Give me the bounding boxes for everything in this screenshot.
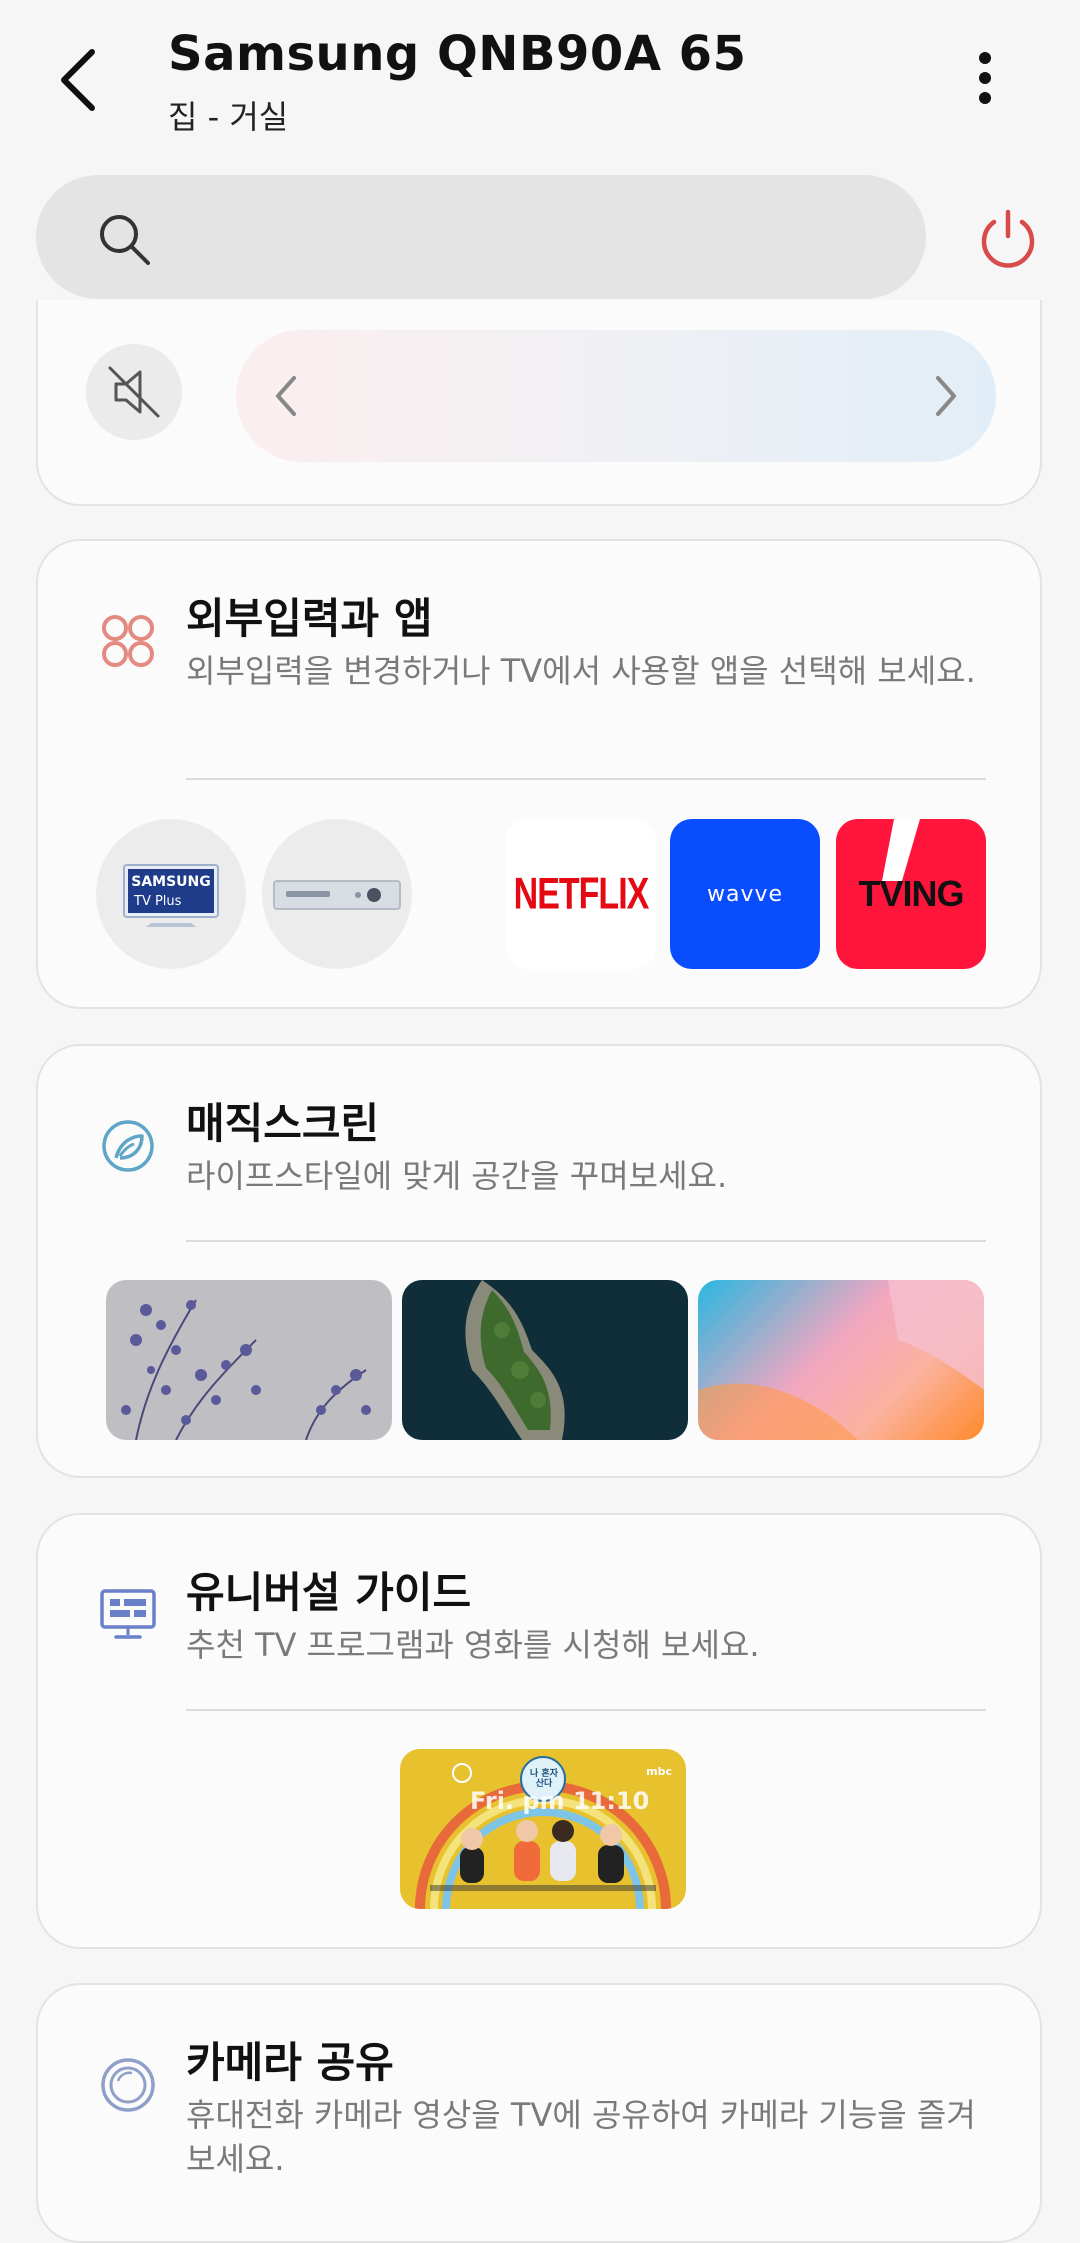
volume-mute-icon	[108, 366, 160, 418]
divider	[186, 1709, 986, 1711]
app-header: Samsung QNB90A 65 집 - 거실	[0, 0, 1080, 160]
app-wavve[interactable]: wavve	[670, 819, 820, 969]
tv-guide-icon	[100, 1589, 156, 1639]
back-button[interactable]	[50, 40, 110, 120]
divider	[186, 1240, 986, 1242]
magic-screen-icon	[102, 1120, 154, 1172]
more-options-button[interactable]	[960, 48, 1010, 108]
mute-button[interactable]	[86, 344, 182, 440]
magic-screen-thumb-flowers[interactable]	[106, 1280, 392, 1440]
chevron-left-icon	[61, 49, 95, 111]
magic-screen-description: 라이프스타일에 맞게 공간을 꾸며보세요.	[186, 1157, 728, 1195]
divider	[186, 778, 986, 780]
camera-share-icon	[101, 2058, 155, 2112]
broadcaster-logo: mbc	[646, 1765, 672, 1778]
camera-share-card[interactable]: 카메라 공유 휴대전화 카메라 영상을 TV에 공유하여 카메라 기능을 즐겨보…	[36, 1983, 1042, 2243]
device-location: 집 - 거실	[168, 98, 289, 136]
source-samsung-tv-plus[interactable]: SAMSUNG TV Plus	[96, 819, 246, 969]
search-icon	[100, 215, 150, 265]
magic-screen-card[interactable]: 매직스크린 라이프스타일에 맞게 공간을 꾸며보세요.	[36, 1044, 1042, 1478]
camera-share-description: 휴대전화 카메라 영상을 TV에 공유하여 카메라 기능을 즐겨보세요.	[186, 2096, 976, 2178]
island-art	[465, 1280, 565, 1440]
show-badge-text: 나 혼자 산다	[530, 1769, 558, 1789]
universal-guide-description: 추천 TV 프로그램과 영화를 시청해 보세요.	[186, 1626, 760, 1664]
channel-control	[236, 330, 996, 462]
power-button[interactable]	[976, 206, 1040, 270]
tv-plus-line1: SAMSUNG	[131, 874, 211, 890]
magic-screen-thumb-island[interactable]	[402, 1280, 688, 1440]
remote-card	[36, 300, 1042, 506]
more-vertical-icon	[979, 52, 991, 104]
program-thumbnail[interactable]: 나 혼자 산다 mbc Fri. pm 11:10	[400, 1749, 686, 1909]
netflix-logo: NETFLIX	[513, 868, 650, 919]
channel-prev-button[interactable]	[266, 366, 306, 426]
camera-share-title: 카메라 공유	[186, 2038, 394, 2087]
tv-plus-line2: TV Plus	[133, 894, 182, 909]
apps-grid-icon	[102, 615, 154, 667]
app-tving[interactable]: TVING	[836, 819, 986, 969]
device-title: Samsung QNB90A 65	[168, 26, 747, 82]
universal-guide-card[interactable]: 유니버설 가이드 추천 TV 프로그램과 영화를 시청해 보세요. 나 혼자 산…	[36, 1513, 1042, 1949]
tving-logo: TVING	[858, 873, 964, 914]
app-netflix[interactable]: NETFLIX	[506, 819, 656, 969]
search-input[interactable]	[36, 175, 926, 299]
channel-next-button[interactable]	[926, 366, 966, 426]
universal-guide-title: 유니버설 가이드	[186, 1568, 472, 1617]
set-top-box-icon	[273, 880, 401, 910]
source-set-top-box[interactable]	[262, 819, 412, 969]
schedule-text: Fri. pm 11:10	[470, 1787, 650, 1815]
sources-apps-title: 외부입력과 앱	[186, 594, 433, 643]
sources-apps-description: 외부입력을 변경하거나 TV에서 사용할 앱을 선택해 보세요.	[186, 652, 976, 690]
wavve-logo: wavve	[706, 881, 784, 907]
magic-screen-title: 매직스크린	[186, 1099, 380, 1148]
flower-branch-art	[121, 1299, 371, 1440]
gradient-art	[698, 1280, 984, 1440]
power-icon	[981, 209, 1035, 268]
tv-plus-icon: SAMSUNG TV Plus	[123, 864, 219, 927]
magic-screen-thumb-gradient[interactable]	[698, 1280, 984, 1440]
sources-apps-card[interactable]: 외부입력과 앱 외부입력을 변경하거나 TV에서 사용할 앱을 선택해 보세요.…	[36, 539, 1042, 1009]
